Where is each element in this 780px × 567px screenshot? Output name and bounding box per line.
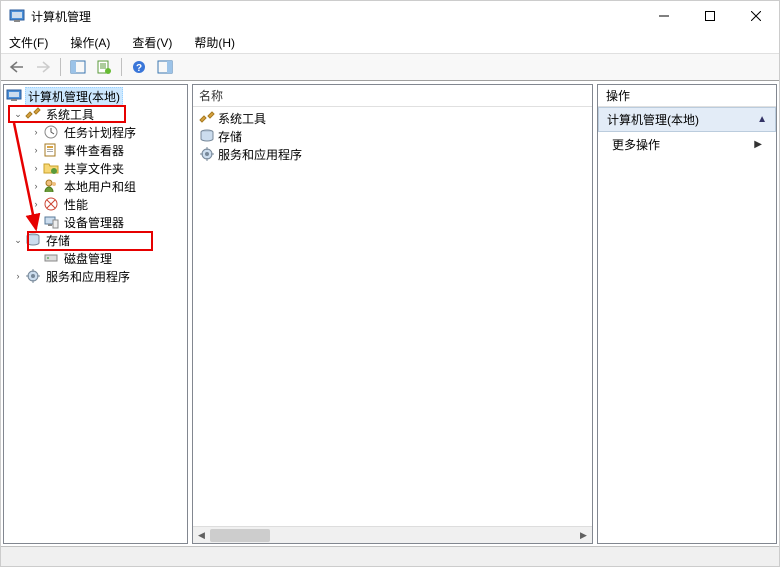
statusbar [1,546,779,566]
menu-view[interactable]: 查看(V) [128,32,176,53]
list-item-label: 服务和应用程序 [218,146,302,163]
tools-icon [25,106,41,122]
navigation-tree[interactable]: 计算机管理(本地) ⌄ 系统工具 › 任务计划程序 › 事件查看器 › 共享文件… [4,85,187,543]
tree-event-viewer-label: 事件查看器 [62,142,126,159]
disk-icon [43,250,59,266]
event-icon [43,142,59,158]
tree-local-users[interactable]: › 本地用户和组 [6,177,185,195]
tree-task-scheduler[interactable]: › 任务计划程序 [6,123,185,141]
toolbar: ? [1,53,779,81]
storage-icon [199,128,215,144]
scroll-thumb[interactable] [210,529,270,542]
help-button[interactable]: ? [127,56,151,78]
tree-services-apps[interactable]: › 服务和应用程序 [6,267,185,285]
clock-icon [43,124,59,140]
actions-section-label: 计算机管理(本地) [607,111,699,128]
expander-icon[interactable]: › [30,180,42,192]
tree-local-users-label: 本地用户和组 [62,178,138,195]
toolbar-separator [60,58,61,76]
tree-root[interactable]: 计算机管理(本地) [6,87,185,105]
tree-services-apps-label: 服务和应用程序 [44,268,132,285]
list-item-storage[interactable]: 存储 [195,127,590,145]
list-pane: 名称 系统工具 存储 服务和应用程序 ◀ ▶ [192,84,593,544]
tree-device-manager-label: 设备管理器 [62,214,126,231]
minimize-button[interactable] [641,1,687,31]
tree-system-tools[interactable]: ⌄ 系统工具 [6,105,185,123]
expander-spacer [30,252,42,264]
actions-pane: 操作 计算机管理(本地) ▲ 更多操作 ▶ [597,84,777,544]
expander-icon[interactable]: ⌄ [12,108,24,120]
collapse-icon: ▲ [757,114,767,125]
show-hide-tree-button[interactable] [66,56,90,78]
actions-more-label: 更多操作 [612,136,660,153]
expander-icon[interactable]: ⌄ [12,234,24,246]
expander-icon[interactable]: › [12,270,24,282]
menu-help[interactable]: 帮助(H) [190,32,239,53]
performance-icon [43,196,59,212]
expander-spacer [30,216,42,228]
computer-icon [6,88,22,104]
list-item-services-apps[interactable]: 服务和应用程序 [195,145,590,163]
scroll-right-button[interactable]: ▶ [575,527,592,544]
list-item-system-tools[interactable]: 系统工具 [195,109,590,127]
actions-header: 操作 [598,85,776,107]
actions-more[interactable]: 更多操作 ▶ [598,132,776,157]
maximize-button[interactable] [687,1,733,31]
menubar: 文件(F) 操作(A) 查看(V) 帮助(H) [1,31,779,53]
submenu-arrow-icon: ▶ [754,139,762,150]
tree-performance[interactable]: › 性能 [6,195,185,213]
services-icon [25,268,41,284]
expander-icon[interactable]: › [30,198,42,210]
menu-action[interactable]: 操作(A) [66,32,114,53]
storage-icon [25,232,41,248]
list-body[interactable]: 系统工具 存储 服务和应用程序 [193,107,592,526]
tree-storage[interactable]: ⌄ 存储 [6,231,185,249]
window-controls [641,1,779,31]
tree-task-scheduler-label: 任务计划程序 [62,124,138,141]
column-name[interactable]: 名称 [199,87,223,104]
actions-header-label: 操作 [606,87,630,104]
tree-root-label: 计算机管理(本地) [25,87,123,106]
tree-shared-folders-label: 共享文件夹 [62,160,126,177]
back-button[interactable] [5,56,29,78]
list-item-label: 系统工具 [218,110,266,127]
close-button[interactable] [733,1,779,31]
tree-performance-label: 性能 [62,196,90,213]
titlebar: 计算机管理 [1,1,779,31]
actions-section[interactable]: 计算机管理(本地) ▲ [598,107,776,132]
tree-disk-mgmt-label: 磁盘管理 [62,250,114,267]
tree-device-manager[interactable]: 设备管理器 [6,213,185,231]
tree-shared-folders[interactable]: › 共享文件夹 [6,159,185,177]
list-header[interactable]: 名称 [193,85,592,107]
properties-button[interactable] [92,56,116,78]
tree-pane: 计算机管理(本地) ⌄ 系统工具 › 任务计划程序 › 事件查看器 › 共享文件… [3,84,188,544]
menu-file[interactable]: 文件(F) [5,32,52,53]
expander-icon[interactable]: › [30,162,42,174]
show-action-pane-button[interactable] [153,56,177,78]
shared-folder-icon [43,160,59,176]
list-item-label: 存储 [218,128,242,145]
scroll-left-button[interactable]: ◀ [193,527,210,544]
window-title: 计算机管理 [31,8,641,25]
tree-event-viewer[interactable]: › 事件查看器 [6,141,185,159]
users-icon [43,178,59,194]
svg-text:?: ? [136,63,142,74]
app-icon [9,8,25,24]
actions-body: 计算机管理(本地) ▲ 更多操作 ▶ [598,107,776,543]
tree-system-tools-label: 系统工具 [44,106,96,123]
tree-disk-mgmt[interactable]: 磁盘管理 [6,249,185,267]
toolbar-separator [121,58,122,76]
forward-button[interactable] [31,56,55,78]
horizontal-scrollbar[interactable]: ◀ ▶ [193,526,592,543]
services-icon [199,146,215,162]
expander-icon[interactable]: › [30,144,42,156]
content-area: 计算机管理(本地) ⌄ 系统工具 › 任务计划程序 › 事件查看器 › 共享文件… [1,81,779,546]
expander-icon[interactable]: › [30,126,42,138]
tools-icon [199,110,215,126]
tree-storage-label: 存储 [44,232,72,249]
device-icon [43,214,59,230]
